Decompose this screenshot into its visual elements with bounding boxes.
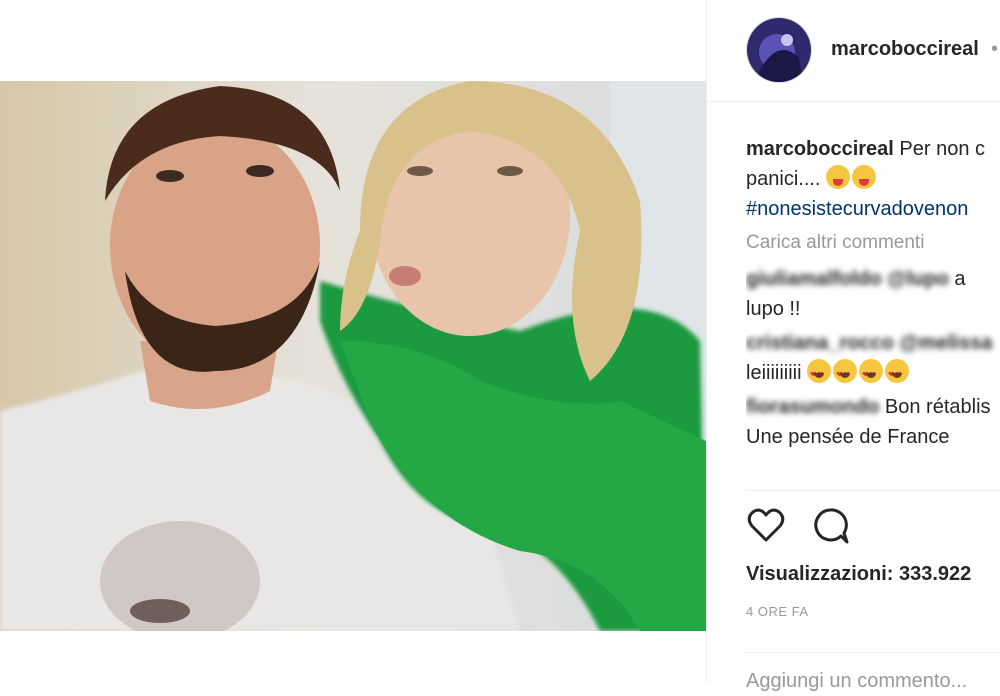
- heart-eyes-emoji-icon: [833, 359, 858, 390]
- add-comment-divider: [746, 652, 1000, 653]
- post-header: marcoboccireal •: [707, 0, 1000, 102]
- comment-text: a: [948, 268, 966, 290]
- comment-text: Bon rétablis: [884, 396, 991, 418]
- comments-section: marcoboccireal Per non c panici.... #non…: [746, 134, 1000, 490]
- post-username[interactable]: marcoboccireal: [831, 38, 979, 61]
- comment-username[interactable]: giuliamalfoldo: [746, 268, 882, 290]
- post-video[interactable]: [0, 81, 706, 631]
- caption-text-line2: panici....: [746, 168, 821, 190]
- caption-username[interactable]: marcoboccireal: [746, 138, 894, 160]
- video-frame-image: [0, 81, 706, 631]
- comment-button[interactable]: [810, 506, 850, 546]
- tongue-emoji-icon: [826, 165, 851, 189]
- comment-username[interactable]: cristiana_rocco: [746, 332, 894, 354]
- tongue-emoji-icon: [852, 165, 877, 189]
- comment-text-line2: Une pensée de France: [746, 426, 950, 448]
- avatar-image: [747, 18, 811, 82]
- heart-icon: [747, 508, 785, 542]
- heart-eyes-emoji-icon: [885, 359, 910, 390]
- comment-username[interactable]: fiorasumondo: [746, 396, 879, 418]
- header-dot-separator: •: [991, 38, 999, 60]
- caption-text: Per non c: [899, 138, 986, 160]
- comment-item: giuliamalfoldo @lupo a lupo !!: [746, 264, 1000, 324]
- caption-hashtag[interactable]: #nonesistecurvadovenon: [746, 198, 968, 220]
- load-more-comments[interactable]: Carica altri commenti: [746, 228, 1000, 258]
- heart-eyes-emoji-icon: [859, 359, 884, 390]
- panel-divider: [706, 0, 707, 683]
- heart-eyes-emoji-icon: [807, 359, 832, 390]
- like-button[interactable]: [746, 506, 786, 546]
- comment-bubble-icon: [814, 508, 849, 544]
- comment-mention[interactable]: @lupo: [887, 268, 949, 290]
- actions-divider: [746, 490, 1000, 491]
- avatar[interactable]: [746, 17, 812, 83]
- comment-item: fiorasumondo Bon rétablis Une pensée de …: [746, 392, 1000, 452]
- comment-text-line2: lupo !!: [746, 298, 801, 320]
- comment-mention[interactable]: @melissa: [899, 332, 992, 354]
- post-timestamp[interactable]: 4 ORE FA: [746, 604, 809, 619]
- comment-item: cristiana_rocco @melissa leiiiiiiiii: [746, 328, 1000, 390]
- add-comment-input[interactable]: [746, 666, 1000, 696]
- views-count: Visualizzazioni: 333.922: [746, 563, 972, 585]
- comment-text-line2: leiiiiiiiii: [746, 362, 802, 384]
- post-caption: marcoboccireal Per non c panici.... #non…: [746, 134, 1000, 224]
